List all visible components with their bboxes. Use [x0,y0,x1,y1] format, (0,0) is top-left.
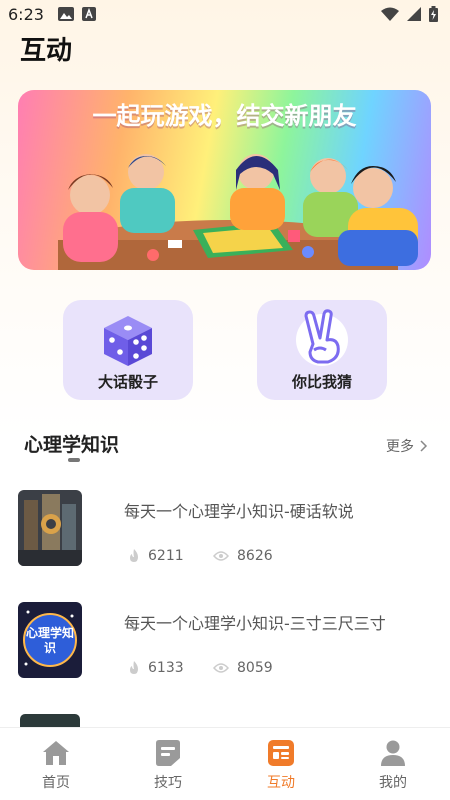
article-item[interactable]: 心理学知识 每天一个心理学小知识-三寸三尺三寸 6133 8059 [18,602,432,682]
flame-icon [130,549,138,562]
wifi-icon [381,7,399,21]
flame-icon [130,661,138,674]
home-icon [43,741,69,765]
views-count: 8626 [213,548,273,564]
article-item-partial [20,714,80,728]
page-title: 互动 [20,36,73,66]
likes-count: 6133 [128,660,184,676]
tips-icon [156,740,180,766]
tab-tips[interactable]: 技巧 [128,734,208,794]
more-label: 更多 [386,439,414,455]
views-count: 8059 [213,660,273,676]
tab-home[interactable]: 首页 [16,734,96,794]
tab-label: 我的 [379,775,407,791]
status-bar: 6:23 [0,0,450,30]
tab-interact[interactable]: 互动 [241,734,321,794]
article-title: 每天一个心理学小知识-三寸三尺三寸 [124,614,386,633]
article-thumbnail: 心理学知识 [18,602,82,678]
eye-icon [213,663,229,673]
friends-playing-illustration [58,154,418,270]
article-title: 每天一个心理学小知识-硬话软说 [124,502,354,521]
article-thumbnail [18,490,82,566]
tab-profile[interactable]: 我的 [353,734,433,794]
status-time: 6:23 [8,5,44,24]
signal-icon [407,7,421,21]
guess-game-button[interactable]: 你比我猜 [257,300,387,400]
battery-icon [429,6,438,22]
tab-label: 首页 [42,775,70,791]
section-title: 心理学知识 [24,434,120,456]
guess-game-label: 你比我猜 [291,373,352,391]
profile-icon [381,740,405,766]
image-notification-icon [58,7,74,21]
bottom-tab-bar: 首页 技巧 互动 我的 [0,727,450,800]
section-underline [68,458,80,462]
article-item[interactable]: 每天一个心理学小知识-硬话软说 6211 8626 [18,490,432,570]
thumbnail-text: 心理学知识 [25,626,74,655]
app-notification-icon [82,7,96,21]
interact-icon [268,740,294,766]
eye-icon [213,551,229,561]
game-banner[interactable]: 一起玩游戏，结交新朋友 [18,90,431,270]
dice-icon [104,316,152,366]
dice-game-button[interactable]: 大话骰子 [63,300,193,400]
tab-label: 技巧 [154,775,182,791]
dice-game-label: 大话骰子 [97,373,158,391]
more-link[interactable]: 更多 [386,436,428,456]
likes-count: 6211 [128,548,184,564]
chevron-right-icon [420,440,428,452]
tab-label: 互动 [267,775,295,791]
victory-hand-icon [296,309,348,366]
